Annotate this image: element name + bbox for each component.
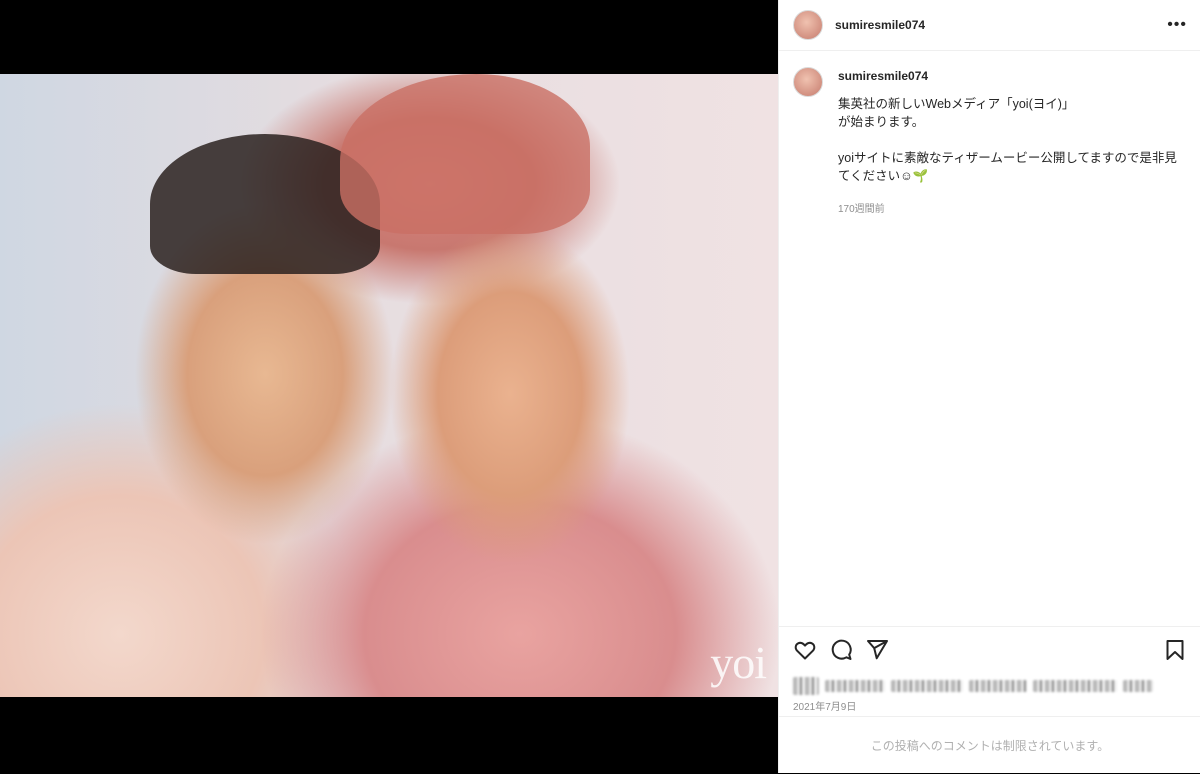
comment-icon[interactable] (829, 638, 853, 662)
caption-comment: sumiresmile074 集英社の新しいWebメディア「yoi(ヨイ)」 が… (779, 51, 1200, 219)
send-icon[interactable] (865, 638, 889, 662)
blurred-text (1033, 680, 1117, 692)
blurred-text (891, 680, 963, 692)
liked-by-blurred (793, 676, 1173, 696)
caption-body: sumiresmile074 集英社の新しいWebメディア「yoi(ヨイ)」 が… (838, 67, 1187, 219)
bookmark-icon[interactable] (1163, 638, 1187, 662)
post-photo[interactable]: yoi (0, 74, 778, 697)
caption-username[interactable]: sumiresmile074 (838, 67, 1187, 85)
more-options-icon[interactable]: ••• (1167, 16, 1187, 34)
instagram-post-view: yoi sumiresmile074 ••• sumiresmile074 集英… (0, 0, 1200, 773)
caption-text: 集英社の新しいWebメディア「yoi(ヨイ)」 が始まります。 yoiサイトに素… (838, 97, 1177, 183)
post-side-panel: sumiresmile074 ••• sumiresmile074 集英社の新し… (778, 0, 1200, 773)
avatar[interactable] (793, 67, 823, 97)
post-date: 2021年7月9日 (793, 702, 857, 713)
blurred-text (969, 680, 1027, 692)
heart-icon[interactable] (793, 638, 817, 662)
post-media: yoi (0, 0, 778, 773)
post-header: sumiresmile074 ••• (779, 0, 1200, 51)
header-username[interactable]: sumiresmile074 (835, 18, 925, 32)
blurred-text (825, 680, 885, 692)
time-ago[interactable]: 170週間前 (838, 201, 1187, 219)
photo-watermark: yoi (710, 637, 767, 688)
blurred-avatar (793, 677, 819, 695)
comments-disabled-notice: この投稿へのコメントは制限されています。 (779, 716, 1200, 774)
action-bar (779, 626, 1200, 673)
photo-detail (340, 74, 590, 234)
avatar[interactable] (793, 10, 823, 40)
blurred-text (1123, 680, 1153, 692)
